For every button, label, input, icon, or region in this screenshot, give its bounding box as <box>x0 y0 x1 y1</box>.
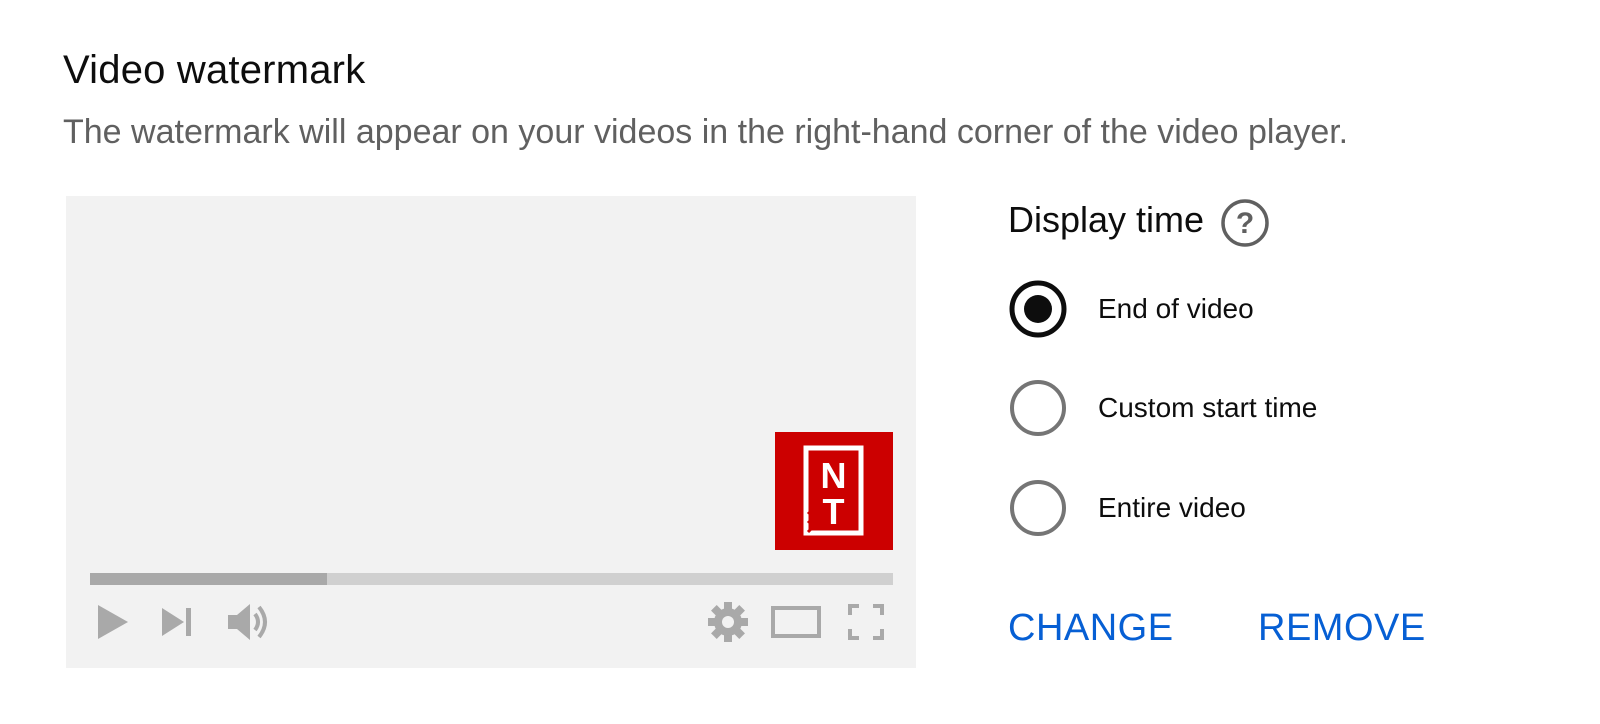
radio-selected-icon[interactable] <box>1008 279 1068 339</box>
section-description: The watermark will appear on your videos… <box>63 113 1349 151</box>
display-time-header: Display time ? <box>1008 196 1270 247</box>
progress-bar-fill <box>90 573 327 585</box>
progress-bar[interactable] <box>90 573 893 585</box>
radio-option-end-of-video[interactable]: End of video <box>1008 279 1254 339</box>
change-button[interactable]: CHANGE <box>1008 604 1174 652</box>
volume-icon[interactable] <box>226 600 276 644</box>
svg-text:?: ? <box>1236 207 1254 240</box>
svg-text:T: T <box>823 491 845 532</box>
play-icon[interactable] <box>94 600 130 644</box>
watermark-logo: N T <box>775 432 893 550</box>
theater-mode-icon[interactable] <box>770 600 822 644</box>
radio-label: Entire video <box>1098 492 1246 523</box>
radio-option-custom-start-time[interactable]: Custom start time <box>1008 378 1317 438</box>
radio-unselected-icon[interactable] <box>1008 478 1068 538</box>
radio-label: End of video <box>1098 293 1254 324</box>
remove-button[interactable]: REMOVE <box>1258 604 1426 652</box>
svg-text:N: N <box>821 455 847 496</box>
section-title: Video watermark <box>63 48 366 92</box>
gear-icon[interactable] <box>706 600 750 644</box>
radio-label: Custom start time <box>1098 392 1318 423</box>
radio-option-entire-video[interactable]: Entire video <box>1008 478 1246 538</box>
video-player-preview: N T <box>66 196 916 668</box>
next-icon[interactable] <box>160 600 196 644</box>
fullscreen-icon[interactable] <box>846 600 886 644</box>
help-circle-icon[interactable]: ? <box>1220 198 1270 248</box>
display-time-label: Display time <box>1008 199 1205 240</box>
radio-unselected-icon[interactable] <box>1008 378 1068 438</box>
